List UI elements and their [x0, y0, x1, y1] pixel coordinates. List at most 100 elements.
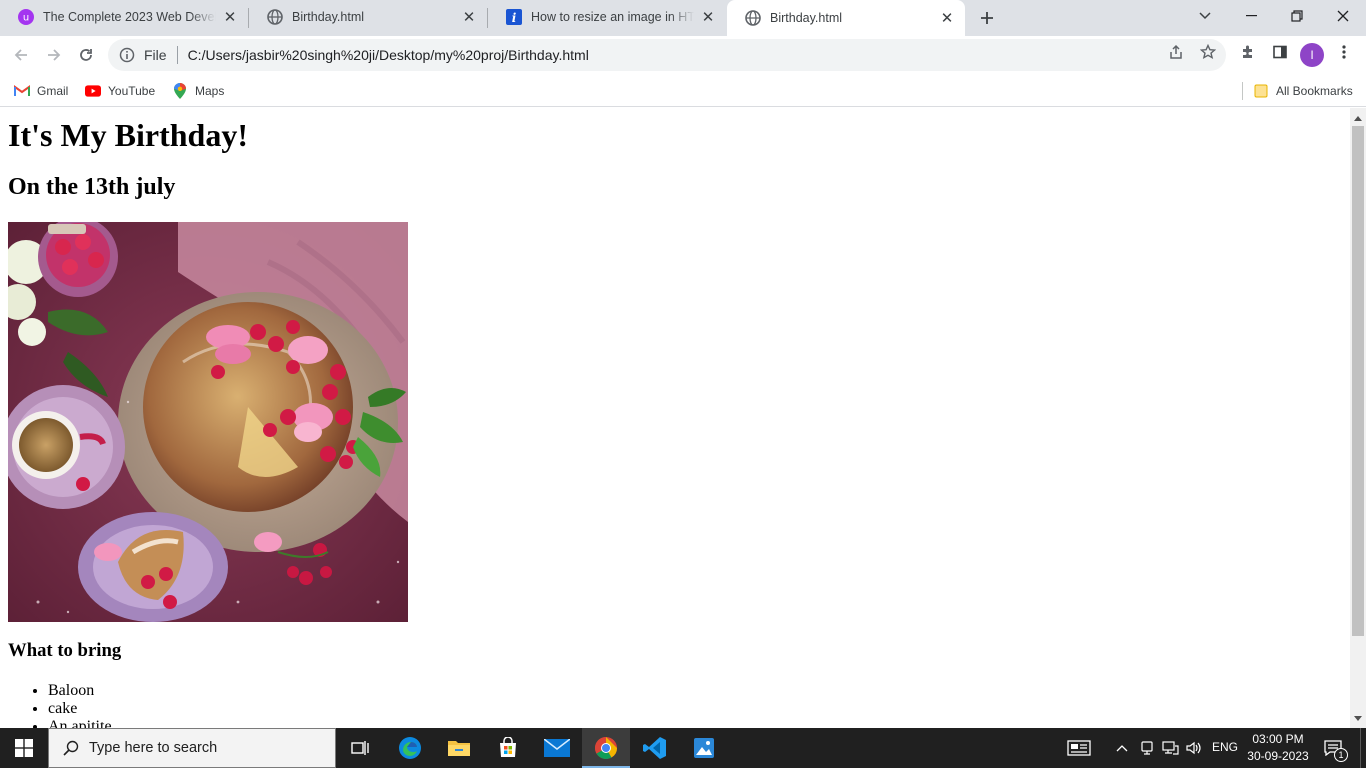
mail-button[interactable]: [533, 728, 581, 768]
chrome-icon: [595, 737, 617, 759]
task-view-icon: [351, 741, 369, 755]
close-window-button[interactable]: [1320, 0, 1366, 32]
url-text[interactable]: C:/Users/jasbir%20singh%20ji/Desktop/my%…: [188, 47, 1226, 63]
minimize-button[interactable]: [1228, 0, 1274, 32]
list-heading: What to bring: [8, 640, 122, 661]
photos-icon: [694, 738, 714, 758]
youtube-icon: [85, 83, 101, 99]
meet-now-icon[interactable]: [1137, 738, 1157, 758]
tab-strip: u The Complete 2023 Web Development Boot…: [0, 0, 1366, 36]
edge-button[interactable]: [386, 728, 434, 768]
plus-icon: [981, 12, 993, 24]
info-icon: i: [506, 9, 522, 25]
omnibox-divider: [176, 46, 178, 64]
bookmark-label: YouTube: [108, 84, 156, 98]
tab-title: The Complete 2023 Web Development Bootca…: [43, 10, 216, 24]
microsoft-store-icon: [500, 737, 516, 757]
bookmarks-bar: Gmail YouTube Maps All Bookmarks: [0, 74, 1366, 107]
close-tab-icon[interactable]: ✕: [461, 9, 477, 26]
share-icon[interactable]: [1167, 43, 1185, 61]
profile-avatar[interactable]: I: [1300, 43, 1324, 67]
extensions-icon[interactable]: [1239, 43, 1257, 61]
web-page-content: It's My Birthday! On the 13th july What …: [0, 108, 1350, 728]
gmail-icon: [14, 83, 30, 99]
maps-icon: [172, 83, 188, 99]
volume-icon[interactable]: [1184, 738, 1204, 758]
arrow-left-icon: [14, 49, 27, 61]
edge-icon: [399, 737, 421, 759]
all-bookmarks-button[interactable]: All Bookmarks: [1253, 81, 1353, 101]
file-explorer-icon: [448, 741, 470, 756]
network-icon[interactable]: [1160, 738, 1180, 758]
taskbar-search-box[interactable]: Type here to search: [48, 728, 336, 768]
microsoft-store-button[interactable]: [484, 728, 532, 768]
search-placeholder: Type here to search: [89, 740, 218, 756]
address-bar[interactable]: File C:/Users/jasbir%20singh%20ji/Deskto…: [108, 39, 1226, 71]
arrow-right-icon: [48, 49, 61, 61]
clock[interactable]: 03:00 PM 30-09-2023: [1244, 731, 1312, 765]
chevron-up-icon[interactable]: [1112, 738, 1132, 758]
list-item: An apitite: [48, 718, 112, 728]
folder-icon: [1253, 83, 1269, 99]
close-icon: [1337, 10, 1349, 22]
windows-taskbar: Type here to search ENG 03:00 PM 30-09-2…: [0, 728, 1366, 768]
reload-icon: [80, 49, 92, 61]
bookmark-label: Maps: [195, 84, 225, 98]
close-tab-icon[interactable]: ✕: [700, 9, 716, 26]
url-scheme-label: File: [144, 47, 167, 63]
page-heading: It's My Birthday!: [8, 117, 248, 153]
bookmark-maps[interactable]: Maps: [172, 81, 224, 101]
back-button[interactable]: [7, 41, 35, 69]
restore-icon: [1291, 10, 1303, 22]
globe-icon: [267, 9, 283, 25]
globe-icon: [745, 10, 761, 26]
browser-toolbar: File C:/Users/jasbir%20singh%20ji/Deskto…: [0, 36, 1366, 74]
tab-birthday-1[interactable]: Birthday.html ✕: [249, 0, 487, 34]
photos-button[interactable]: [680, 728, 728, 768]
clock-time: 03:00 PM: [1252, 732, 1304, 746]
tab-title: Birthday.html: [770, 11, 843, 25]
svg-text:u: u: [23, 13, 29, 24]
bookmark-youtube[interactable]: YouTube: [85, 81, 155, 101]
vscode-button[interactable]: [631, 728, 679, 768]
tab-title: How to resize an image in HTML?: [531, 10, 694, 24]
task-view-button[interactable]: [336, 728, 384, 768]
scroll-down-arrow[interactable]: [1350, 710, 1366, 726]
tab-web-dev-bootcamp[interactable]: u The Complete 2023 Web Development Boot…: [0, 0, 248, 34]
new-tab-button[interactable]: [974, 5, 1000, 31]
more-menu-icon[interactable]: [1335, 43, 1353, 61]
tab-search-button[interactable]: [1182, 0, 1228, 32]
caret-down-icon: [1354, 715, 1362, 721]
show-desktop-button[interactable]: [1360, 728, 1366, 768]
tab-resize-image[interactable]: i How to resize an image in HTML? ✕: [488, 0, 726, 34]
chrome-button[interactable]: [582, 728, 630, 768]
list-item: cake: [48, 700, 112, 718]
forward-button[interactable]: [40, 41, 68, 69]
reload-button[interactable]: [72, 41, 100, 69]
bookmark-star-icon[interactable]: [1199, 43, 1217, 61]
tab-title: Birthday.html: [292, 10, 365, 24]
close-tab-icon[interactable]: ✕: [939, 10, 955, 27]
news-widget-icon[interactable]: [1066, 738, 1092, 758]
site-info-icon[interactable]: [118, 46, 136, 64]
mail-icon: [544, 739, 570, 757]
vscode-icon: [643, 737, 666, 759]
bring-list: Baloon cake An apitite: [8, 682, 112, 728]
bookmark-gmail[interactable]: Gmail: [14, 81, 68, 101]
restore-button[interactable]: [1274, 0, 1320, 32]
windows-logo-icon: [15, 739, 33, 757]
minimize-icon: [1245, 15, 1257, 17]
page-scrollbar[interactable]: [1350, 108, 1366, 728]
file-explorer-button[interactable]: [435, 728, 483, 768]
scroll-up-arrow[interactable]: [1350, 110, 1366, 126]
start-button[interactable]: [0, 728, 48, 768]
language-indicator[interactable]: ENG: [1212, 740, 1238, 754]
notification-count-badge: 1: [1334, 748, 1348, 762]
page-subheading: On the 13th july: [8, 174, 176, 200]
search-icon: [61, 738, 81, 758]
side-panel-icon[interactable]: [1271, 43, 1289, 61]
all-bookmarks-label: All Bookmarks: [1276, 84, 1353, 98]
scrollbar-thumb[interactable]: [1352, 126, 1364, 636]
tab-birthday-active[interactable]: Birthday.html ✕: [727, 0, 965, 36]
close-tab-icon[interactable]: ✕: [222, 9, 238, 26]
